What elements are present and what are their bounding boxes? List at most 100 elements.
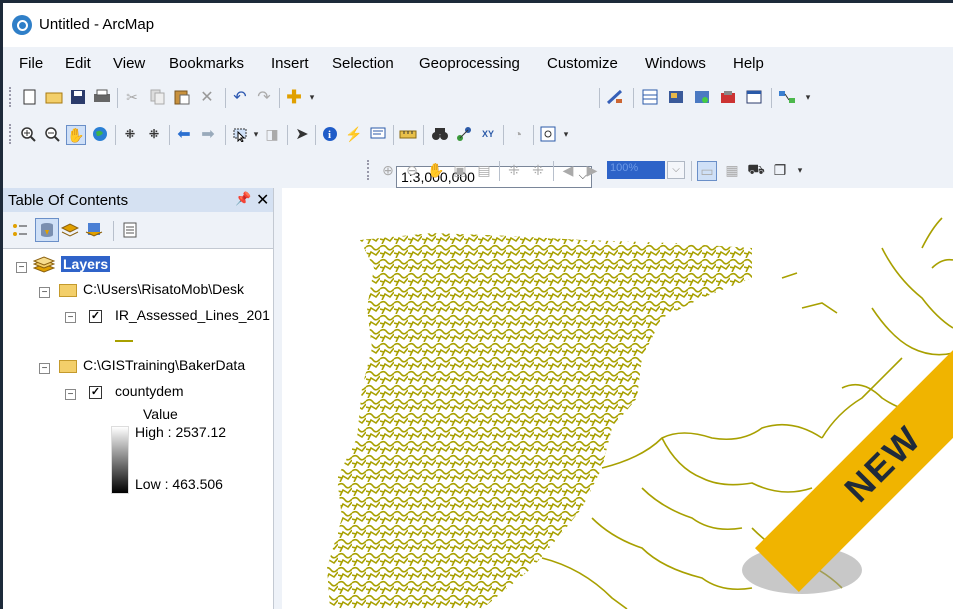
source-folder-label[interactable]: C:\Users\RisatoMob\Desk — [83, 281, 244, 297]
toolbar-grip[interactable] — [367, 160, 372, 180]
pin-icon[interactable]: 📌 — [235, 191, 251, 207]
layer-visibility-checkbox[interactable]: ✓ — [89, 310, 102, 323]
collapse-toggle[interactable]: − — [65, 312, 76, 323]
menu-view[interactable]: View — [113, 55, 145, 72]
layer-visibility-checkbox[interactable]: ✓ — [89, 386, 102, 399]
collapse-toggle[interactable]: − — [39, 287, 50, 298]
options-icon[interactable] — [121, 221, 139, 239]
close-icon[interactable]: ✕ — [256, 190, 269, 210]
copy-icon[interactable] — [149, 88, 167, 106]
print-icon[interactable] — [93, 88, 111, 106]
list-by-drawing-order-icon[interactable] — [11, 221, 29, 239]
collapse-toggle[interactable]: − — [16, 262, 27, 273]
menu-selection[interactable]: Selection — [332, 55, 394, 72]
hyperlink-icon[interactable]: ⚡ — [345, 125, 363, 143]
go-to-xy-icon[interactable]: XY — [479, 125, 497, 143]
fixed-zoom-out-icon[interactable]: ⁜ — [529, 161, 547, 179]
zoom-out-icon[interactable] — [43, 125, 61, 143]
model-builder-icon[interactable] — [778, 88, 796, 106]
menu-edit[interactable]: Edit — [65, 55, 91, 72]
select-icon[interactable]: ➤ — [293, 125, 311, 143]
catalog-icon[interactable] — [667, 88, 685, 106]
layout-zoom-out-icon[interactable]: ⊖ — [403, 161, 421, 179]
pan-icon[interactable]: ✋ — [66, 125, 86, 145]
back-icon[interactable]: ⬅ — [175, 125, 193, 143]
save-icon[interactable] — [69, 88, 87, 106]
toolbar-divider — [287, 125, 288, 145]
forward-extent-icon[interactable]: ▶ — [583, 161, 601, 179]
arctoolbox-icon[interactable] — [719, 88, 737, 106]
toolbar-grip[interactable] — [9, 124, 14, 144]
layers-stack-icon — [32, 256, 56, 277]
chevron-down-icon[interactable]: ▾ — [303, 88, 321, 106]
source-folder-label[interactable]: C:\GISTraining\BakerData — [83, 357, 245, 373]
html-popup-icon[interactable] — [369, 125, 387, 143]
layout-toolbar: ⊕ ⊖ ✋ ▣ ▤ ⁜ ⁜ ◀ ▶ 100% ⌵ ▭ ▦ ⛟ ❐ ▾ — [3, 155, 953, 185]
undo-icon[interactable]: ↶ — [231, 88, 249, 106]
back-extent-icon[interactable]: ◀ — [559, 161, 577, 179]
menu-customize[interactable]: Customize — [547, 55, 618, 72]
find-route-icon[interactable] — [455, 125, 473, 143]
search-window-icon[interactable] — [693, 88, 711, 106]
zoom-in-icon[interactable] — [19, 125, 37, 143]
menu-bookmarks[interactable]: Bookmarks — [169, 55, 244, 72]
viewer-window-icon[interactable] — [539, 125, 557, 143]
editor-icon[interactable] — [606, 88, 624, 106]
collapse-toggle[interactable]: − — [65, 389, 76, 400]
toolbar-options-icon[interactable]: ▾ — [799, 88, 817, 106]
toolbar-options-icon[interactable]: ▾ — [791, 161, 809, 179]
redo-icon[interactable]: ↷ — [255, 88, 273, 106]
list-by-source-icon[interactable] — [35, 218, 59, 242]
fixed-zoom-out-icon[interactable]: ⁜ — [145, 125, 163, 143]
add-data-icon[interactable]: ✚ — [285, 87, 303, 107]
open-folder-icon[interactable] — [45, 88, 63, 106]
delete-icon[interactable]: ✕ — [198, 88, 216, 106]
time-slider-icon[interactable]: ◔ — [509, 125, 527, 143]
layer-name[interactable]: IR_Assessed_Lines_201 — [115, 307, 270, 323]
change-layout-icon[interactable]: ⛟ — [747, 161, 765, 179]
forward-icon[interactable]: ➡ — [199, 125, 217, 143]
toggle-draft-mode-icon[interactable]: ▭ — [697, 161, 717, 181]
layout-pan-icon[interactable]: ✋ — [427, 161, 445, 179]
data-frame-label[interactable]: Layers — [61, 256, 111, 272]
layer-name[interactable]: countydem — [115, 383, 183, 399]
measure-icon[interactable] — [399, 125, 417, 143]
zoom-percent-input[interactable]: 100% — [607, 161, 665, 179]
menu-windows[interactable]: Windows — [645, 55, 706, 72]
toc-header: Table Of Contents 📌 ✕ — [3, 188, 273, 212]
line-symbol[interactable] — [115, 340, 133, 342]
layout-zoom-in-icon[interactable]: ⊕ — [379, 161, 397, 179]
paste-icon[interactable] — [173, 88, 191, 106]
table-icon[interactable] — [641, 88, 659, 106]
new-document-icon[interactable] — [21, 88, 39, 106]
python-window-icon[interactable] — [745, 88, 763, 106]
find-icon[interactable] — [431, 125, 449, 143]
zoom-100-icon[interactable]: ▤ — [475, 161, 493, 179]
chevron-down-icon[interactable]: ⌵ — [667, 161, 685, 179]
data-driven-pages-icon[interactable]: ❐ — [771, 161, 789, 179]
collapse-toggle[interactable]: − — [39, 363, 50, 374]
menu-help[interactable]: Help — [733, 55, 764, 72]
toolbar-divider — [113, 221, 114, 241]
fixed-zoom-in-icon[interactable]: ⁜ — [505, 161, 523, 179]
folder-icon — [59, 360, 77, 373]
toolbar-divider — [423, 125, 424, 145]
toolbar-divider — [225, 125, 226, 145]
identify-icon[interactable]: i — [321, 125, 339, 143]
menu-insert[interactable]: Insert — [271, 55, 309, 72]
zoom-whole-page-icon[interactable]: ▣ — [451, 161, 469, 179]
menu-geoprocessing[interactable]: Geoprocessing — [419, 55, 520, 72]
cut-icon[interactable]: ✂ — [123, 88, 141, 106]
list-by-selection-icon[interactable] — [85, 221, 103, 239]
elevation-ramp[interactable] — [111, 426, 129, 494]
menu-file[interactable]: File — [19, 55, 43, 72]
map-display[interactable] — [282, 188, 953, 609]
toolbar-grip[interactable] — [9, 87, 14, 107]
focus-data-frame-icon[interactable]: ▦ — [723, 161, 741, 179]
full-extent-icon[interactable] — [91, 125, 109, 143]
toolbar-options-icon[interactable]: ▾ — [557, 125, 575, 143]
list-by-visibility-icon[interactable] — [61, 221, 79, 239]
clear-selection-icon[interactable]: ◨ — [263, 125, 281, 143]
fixed-zoom-in-icon[interactable]: ⁜ — [121, 125, 139, 143]
toolbar-divider — [553, 161, 554, 181]
